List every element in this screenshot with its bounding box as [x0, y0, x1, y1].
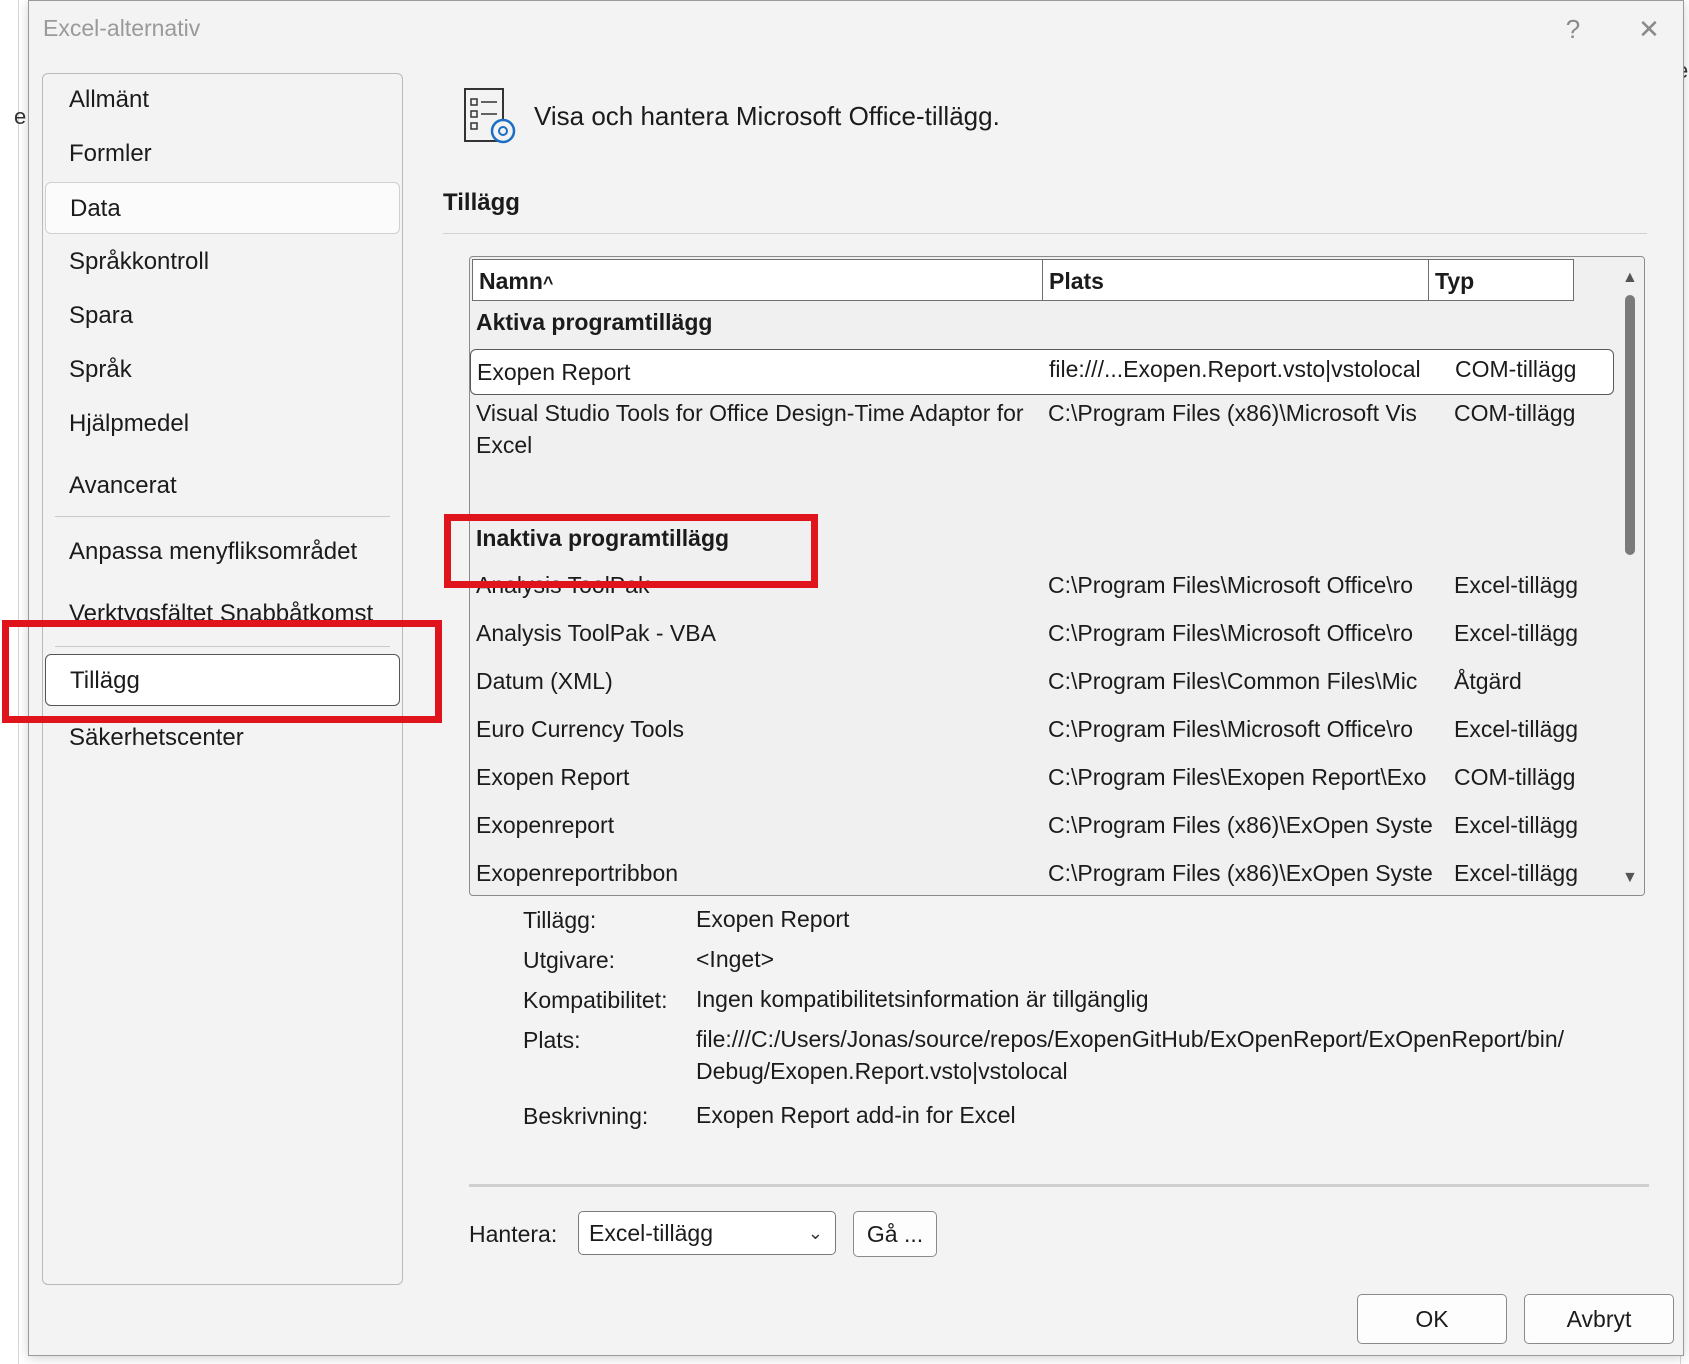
cell-name: Datum (XML) [476, 668, 613, 694]
table-row[interactable]: Euro Currency Tools C:\Program Files\Mic… [470, 713, 1614, 757]
nav-item-data[interactable]: Data [45, 182, 400, 234]
addins-settings-icon [464, 88, 516, 144]
nav-item-snabbatkomst[interactable]: Verktygsfältet Snabbåtkomst [45, 588, 400, 628]
cell-type: Excel-tillägg [1454, 572, 1578, 598]
detail-value-description: Exopen Report add-in for Excel [696, 1102, 1016, 1128]
manage-select-value: Excel-tillägg [589, 1220, 713, 1246]
cell-name: Exopenreport [476, 812, 615, 838]
detail-value-addin: Exopen Report [696, 906, 850, 932]
nav-item-sprak[interactable]: Språk [45, 344, 400, 396]
detail-value-location: file:///C:/Users/Jonas/source/repos/Exop… [696, 1026, 1565, 1052]
cell-name: Exopenreportribbon [476, 860, 679, 886]
nav-divider [55, 516, 390, 517]
cell-location: C:\Program Files\Exopen Report\Exo [1048, 764, 1427, 790]
scroll-down-icon[interactable]: ▼ [1622, 869, 1638, 887]
cell-location: C:\Program Files\Microsoft Office\ro [1048, 572, 1414, 598]
excel-options-dialog: Excel-alternativ ? ✕ Allmänt Formler Dat… [28, 0, 1684, 1356]
cell-location: C:\Program Files (x86)\Microsoft Vis [1048, 400, 1417, 426]
cell-name: Analysis ToolPak [476, 572, 650, 598]
background-text-fragment: e [14, 104, 27, 129]
detail-label: Plats: [523, 1027, 581, 1053]
manage-select[interactable]: Excel-tillägg ⌄ [578, 1211, 836, 1255]
group-title-active: Aktiva programtillägg [476, 309, 713, 335]
sort-ascending-icon: ^ [542, 273, 554, 293]
list-scrollbar[interactable]: ▲ ▼ [1616, 257, 1644, 895]
nav-item-avancerat[interactable]: Avancerat [45, 460, 400, 512]
table-row[interactable]: Exopenreportribbon C:\Program Files (x86… [470, 857, 1614, 895]
manage-label: Hantera: [469, 1221, 558, 1247]
page-heading: Visa och hantera Microsoft Office-tilläg… [534, 101, 1000, 131]
cell-location: C:\Program Files\Microsoft Office\ro [1048, 620, 1414, 646]
section-divider [443, 233, 1647, 234]
go-button[interactable]: Gå ... [853, 1211, 937, 1257]
cell-name: Euro Currency Tools [476, 716, 684, 742]
scrollbar-thumb[interactable] [1625, 295, 1635, 555]
nav-item-hjalpmedel[interactable]: Hjälpmedel [45, 398, 400, 450]
column-header-label: Namn [479, 268, 543, 294]
cell-location: C:\Program Files\Common Files\Mic [1048, 668, 1418, 694]
detail-value-compat: Ingen kompatibilitetsinformation är till… [696, 986, 1149, 1012]
detail-label: Kompatibilitet: [523, 987, 668, 1013]
group-title-inactive: Inaktiva programtillägg [476, 525, 730, 551]
nav-item-tillagg[interactable]: Tillägg [45, 654, 400, 706]
detail-value-location: Debug/Exopen.Report.vsto|vstolocal [696, 1058, 1068, 1084]
chevron-down-icon: ⌄ [807, 1223, 823, 1243]
help-button[interactable]: ? [1553, 11, 1593, 47]
table-row[interactable]: Exopen Report C:\Program Files\Exopen Re… [470, 761, 1614, 805]
cell-location: file:///...Exopen.Report.vsto|vstolocal [1049, 356, 1421, 382]
title-bar: Excel-alternativ ? ✕ [29, 1, 1683, 57]
cell-type: Excel-tillägg [1454, 716, 1578, 742]
cancel-button[interactable]: Avbryt [1524, 1294, 1674, 1344]
table-row[interactable]: Exopen Report file:///...Exopen.Report.v… [470, 349, 1614, 395]
ok-button[interactable]: OK [1357, 1294, 1507, 1344]
cell-type: COM-tillägg [1454, 764, 1576, 790]
table-row[interactable]: Analysis ToolPak - VBA C:\Program Files\… [470, 617, 1614, 661]
cell-location: C:\Program Files (x86)\ExOpen Syste [1048, 812, 1433, 838]
nav-divider [55, 646, 390, 647]
window-title: Excel-alternativ [43, 15, 201, 41]
nav-item-sprakkontroll[interactable]: Språkkontroll [45, 236, 400, 288]
addins-list-content: Namn^ Plats Typ Aktiva programtillägg Ex… [470, 257, 1616, 895]
bottom-divider [469, 1184, 1649, 1187]
cell-name: Exopen Report [476, 764, 630, 790]
column-header-location[interactable]: Plats [1042, 259, 1430, 301]
cell-name: Visual Studio Tools for Office Design-Ti… [476, 400, 1024, 458]
cell-type: COM-tillägg [1454, 400, 1576, 426]
table-row[interactable]: Visual Studio Tools for Office Design-Ti… [470, 397, 1614, 469]
cell-location: C:\Program Files\Microsoft Office\ro [1048, 716, 1414, 742]
section-title: Tillägg [443, 189, 520, 216]
close-button[interactable]: ✕ [1629, 11, 1669, 47]
detail-label: Beskrivning: [523, 1103, 649, 1129]
cell-name: Analysis ToolPak - VBA [476, 620, 716, 646]
cell-location: C:\Program Files (x86)\ExOpen Syste [1048, 860, 1433, 886]
addins-list[interactable]: Namn^ Plats Typ Aktiva programtillägg Ex… [469, 256, 1645, 896]
table-row[interactable]: Analysis ToolPak C:\Program Files\Micros… [470, 569, 1614, 613]
cell-type: Åtgärd [1454, 668, 1522, 694]
detail-label: Utgivare: [523, 947, 616, 973]
nav-item-allmant[interactable]: Allmänt [45, 74, 400, 126]
nav-item-anpassa-menyfliksomradet[interactable]: Anpassa menyfliksområdet [45, 526, 400, 578]
table-row[interactable]: Exopenreport C:\Program Files (x86)\ExOp… [470, 809, 1614, 853]
table-row[interactable]: Datum (XML) C:\Program Files\Common File… [470, 665, 1614, 709]
nav-item-spara[interactable]: Spara [45, 290, 400, 342]
cell-name: Exopen Report [477, 359, 631, 385]
column-header-name[interactable]: Namn^ [472, 259, 1044, 301]
scroll-up-icon[interactable]: ▲ [1622, 269, 1638, 287]
cell-type: Excel-tillägg [1454, 620, 1578, 646]
detail-value-publisher: <Inget> [696, 946, 775, 972]
cell-type: Excel-tillägg [1454, 860, 1578, 886]
column-header-type[interactable]: Typ [1428, 259, 1574, 301]
cell-type: COM-tillägg [1455, 356, 1577, 382]
nav-item-sakerhetscenter[interactable]: Säkerhetscenter [45, 712, 400, 764]
sheet-gridline [18, 0, 19, 1364]
cell-type: Excel-tillägg [1454, 812, 1578, 838]
nav-item-formler[interactable]: Formler [45, 128, 400, 180]
category-nav: Allmänt Formler Data Språkkontroll Spara… [42, 73, 403, 1285]
detail-label: Tillägg: [523, 907, 597, 933]
